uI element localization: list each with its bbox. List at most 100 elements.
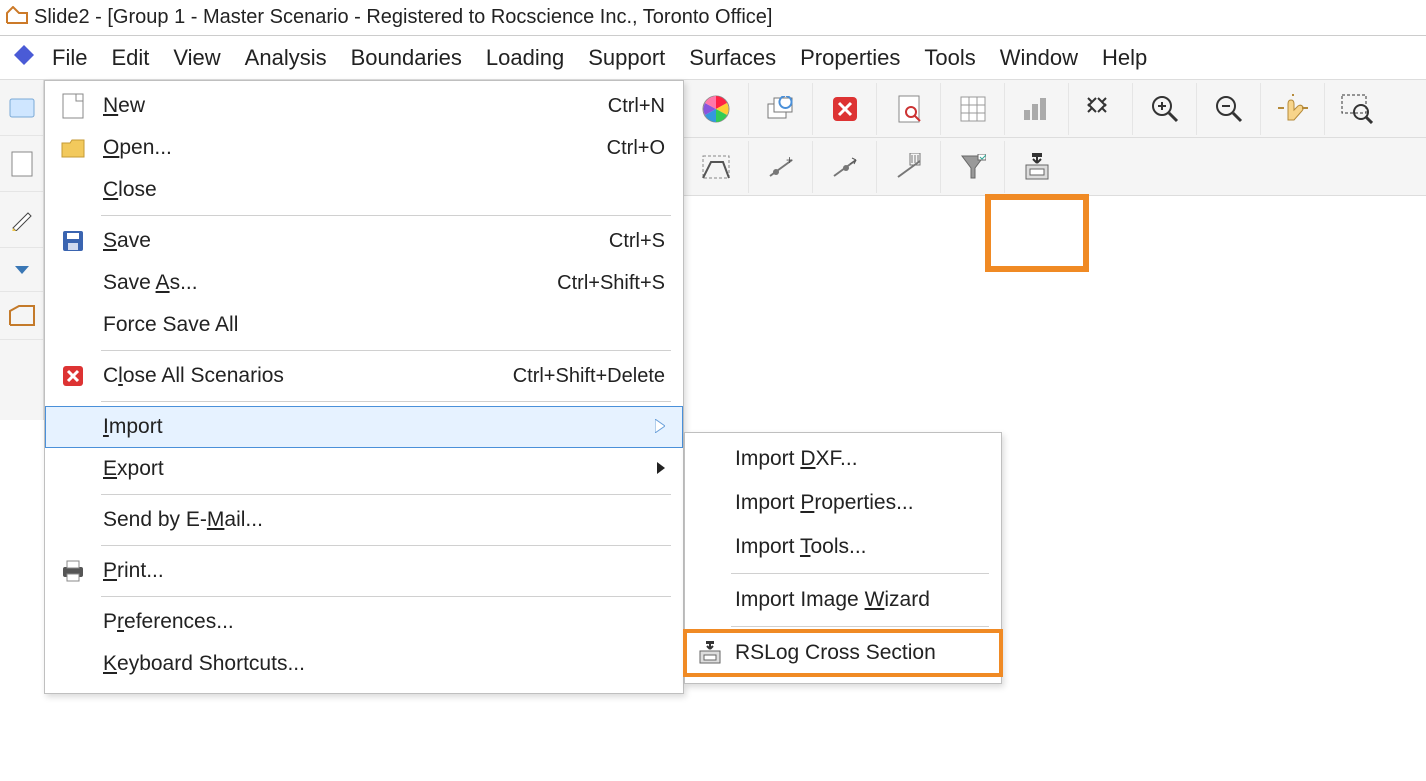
new-file-icon <box>57 93 89 119</box>
menu-file[interactable]: File <box>52 39 105 77</box>
file-import-label: Import <box>103 415 645 439</box>
file-close-all[interactable]: Close All Scenarios Ctrl+Shift+Delete <box>45 355 683 397</box>
menu-surfaces[interactable]: Surfaces <box>689 39 794 77</box>
menu-separator <box>101 494 671 495</box>
open-folder-icon <box>57 137 89 159</box>
file-close-all-label: Close All Scenarios <box>103 364 513 388</box>
left-dropdown-icon[interactable] <box>0 248 43 292</box>
file-send-mail-label: Send by E-Mail... <box>103 508 665 532</box>
file-save-as-label: Save As... <box>103 271 557 295</box>
delete-point-icon[interactable] <box>876 141 940 193</box>
window-title: Slide2 - [Group 1 - Master Scenario - Re… <box>34 6 773 29</box>
zoom-in-icon[interactable] <box>1132 83 1196 135</box>
file-print-label: Print... <box>103 559 665 583</box>
grid-icon[interactable] <box>940 83 1004 135</box>
brand-icon <box>12 43 36 73</box>
import-rslog[interactable]: RSLog Cross Section <box>685 631 1001 675</box>
menu-loading[interactable]: Loading <box>486 39 582 77</box>
file-print[interactable]: Print... <box>45 550 683 592</box>
file-close-label: Close <box>103 178 665 202</box>
import-dxf[interactable]: Import DXF... <box>685 437 1001 481</box>
file-close[interactable]: Close <box>45 169 683 211</box>
fit-arrows-icon[interactable] <box>1068 83 1132 135</box>
import-rslog-label: RSLog Cross Section <box>735 641 936 665</box>
file-open-shortcut: Ctrl+O <box>607 137 665 160</box>
file-export[interactable]: Export <box>45 448 683 490</box>
left-blank-cell <box>0 80 43 136</box>
file-save-as[interactable]: Save As... Ctrl+Shift+S <box>45 262 683 304</box>
menu-properties[interactable]: Properties <box>800 39 918 77</box>
toolbar-area: + <box>684 80 1426 196</box>
document-search-icon[interactable] <box>876 83 940 135</box>
zoom-window-icon[interactable] <box>1324 83 1388 135</box>
file-save[interactable]: Save Ctrl+S <box>45 220 683 262</box>
toolbar-row-2: + <box>684 138 1426 196</box>
left-shape-icon[interactable] <box>0 292 43 340</box>
menu-analysis[interactable]: Analysis <box>245 39 345 77</box>
import-dxf-label: Import DXF... <box>735 447 858 471</box>
menu-separator <box>101 545 671 546</box>
chart-icon[interactable] <box>1004 83 1068 135</box>
title-bar: Slide2 - [Group 1 - Master Scenario - Re… <box>0 0 1426 36</box>
file-new-shortcut: Ctrl+N <box>608 95 665 118</box>
file-keyboard-shortcuts[interactable]: Keyboard Shortcuts... <box>45 643 683 685</box>
color-wheel-icon[interactable] <box>684 83 748 135</box>
menu-support[interactable]: Support <box>588 39 683 77</box>
menu-separator <box>101 215 671 216</box>
file-open-label: Open... <box>103 136 607 160</box>
file-save-label: Save <box>103 229 609 253</box>
menu-view[interactable]: View <box>173 39 238 77</box>
move-point-icon[interactable] <box>812 141 876 193</box>
submenu-separator <box>731 573 989 574</box>
close-scenario-icon[interactable] <box>812 83 876 135</box>
submenu-arrow-icon <box>655 419 665 436</box>
file-import[interactable]: Import <box>45 406 683 448</box>
layers-icon[interactable] <box>748 83 812 135</box>
pan-hand-icon[interactable] <box>1260 83 1324 135</box>
submenu-arrow-icon <box>657 461 665 477</box>
menu-help[interactable]: Help <box>1102 39 1165 77</box>
import-image-wizard[interactable]: Import Image Wizard <box>685 578 1001 622</box>
highlight-toolbar-import <box>985 194 1089 272</box>
file-new[interactable]: New Ctrl+N <box>45 85 683 127</box>
import-rslog-icon[interactable] <box>1004 141 1068 193</box>
file-save-as-shortcut: Ctrl+Shift+S <box>557 272 665 295</box>
menu-tools[interactable]: Tools <box>924 39 993 77</box>
import-image-wizard-label: Import Image Wizard <box>735 588 930 612</box>
add-point-icon[interactable]: + <box>748 141 812 193</box>
printer-icon <box>57 559 89 583</box>
import-tools[interactable]: Import Tools... <box>685 525 1001 569</box>
menu-edit[interactable]: Edit <box>111 39 167 77</box>
save-disk-icon <box>57 229 89 253</box>
menu-separator <box>101 596 671 597</box>
import-tools-label: Import Tools... <box>735 535 867 559</box>
import-properties-label: Import Properties... <box>735 491 914 515</box>
app-icon <box>6 6 28 30</box>
file-menu-dropdown: New Ctrl+N Open... Ctrl+O Close Save Ctr… <box>44 80 684 694</box>
rslog-icon <box>695 641 725 665</box>
file-close-all-shortcut: Ctrl+Shift+Delete <box>513 365 665 388</box>
import-properties[interactable]: Import Properties... <box>685 481 1001 525</box>
file-new-label: New <box>103 94 608 118</box>
left-new-doc-icon[interactable] <box>0 136 43 192</box>
file-send-mail[interactable]: Send by E-Mail... <box>45 499 683 541</box>
file-preferences-label: Preferences... <box>103 610 665 634</box>
file-preferences[interactable]: Preferences... <box>45 601 683 643</box>
left-panel <box>0 80 44 420</box>
menu-separator <box>101 401 671 402</box>
menu-separator <box>101 350 671 351</box>
file-force-save-all-label: Force Save All <box>103 313 665 337</box>
toolbar-row-1 <box>684 80 1426 138</box>
menu-boundaries[interactable]: Boundaries <box>351 39 480 77</box>
menu-window[interactable]: Window <box>1000 39 1096 77</box>
menu-bar: File Edit View Analysis Boundaries Loadi… <box>0 36 1426 80</box>
zoom-out-icon[interactable] <box>1196 83 1260 135</box>
left-edit-icon[interactable] <box>0 192 43 248</box>
file-export-label: Export <box>103 457 647 481</box>
file-open[interactable]: Open... Ctrl+O <box>45 127 683 169</box>
boundary-icon[interactable] <box>684 141 748 193</box>
filter-icon[interactable] <box>940 141 1004 193</box>
file-force-save-all[interactable]: Force Save All <box>45 304 683 346</box>
file-keyboard-shortcuts-label: Keyboard Shortcuts... <box>103 652 665 676</box>
file-save-shortcut: Ctrl+S <box>609 230 665 253</box>
